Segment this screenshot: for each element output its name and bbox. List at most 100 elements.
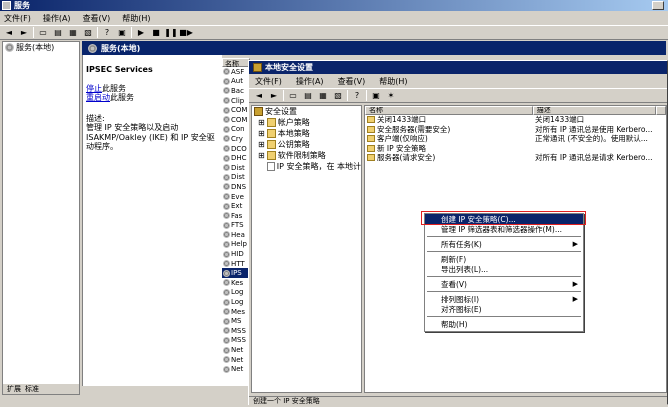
- menu-item-help[interactable]: 帮助(H): [425, 319, 583, 329]
- restart-service-link[interactable]: 重启动: [86, 93, 110, 102]
- service-list-item[interactable]: Eve: [222, 192, 250, 202]
- gear-icon: [223, 288, 230, 296]
- service-list-item[interactable]: Hea: [222, 230, 250, 240]
- gear-icon: [223, 212, 230, 220]
- lsp-menu-file[interactable]: 文件(F): [255, 76, 282, 87]
- service-list-item[interactable]: Log: [222, 297, 250, 307]
- expand-icon[interactable]: ⊞: [258, 151, 265, 160]
- add-policy-icon[interactable]: ▣: [370, 90, 382, 101]
- service-list-item[interactable]: HID: [222, 249, 250, 259]
- service-list-item[interactable]: FTS: [222, 221, 250, 231]
- expand-icon[interactable]: ⊞: [258, 118, 265, 127]
- menu-item-arrange-icons[interactable]: 排列图标(I) ▶: [425, 294, 583, 304]
- menu-item-manage-filters[interactable]: 管理 IP 筛选器表和筛选器操作(M)...: [425, 224, 583, 234]
- tree-item-ip-security-policy[interactable]: IP 安全策略，在 本地计: [252, 161, 361, 172]
- lsp-menu-action[interactable]: 操作(A): [296, 76, 324, 87]
- tree-item-software-restriction[interactable]: ⊞ 软件限制策略: [252, 150, 361, 161]
- forward-icon[interactable]: ►: [18, 27, 30, 38]
- service-list-item[interactable]: Log: [222, 288, 250, 298]
- service-list-item[interactable]: DCO: [222, 144, 250, 154]
- service-list-item[interactable]: Dist: [222, 173, 250, 183]
- policy-icon: [367, 154, 375, 162]
- menu-item-refresh[interactable]: 刷新(F): [425, 254, 583, 264]
- service-list-item[interactable]: Ext: [222, 201, 250, 211]
- menu-help[interactable]: 帮助(H): [122, 13, 150, 24]
- gear-icon: [223, 87, 230, 95]
- service-list-item[interactable]: Clip: [222, 96, 250, 106]
- service-list-item[interactable]: Net: [222, 364, 250, 374]
- services-header: 服务(本地): [82, 41, 666, 55]
- submenu-arrow-icon: ▶: [572, 240, 578, 248]
- service-list-item[interactable]: MS: [222, 316, 250, 326]
- service-list-item[interactable]: Net: [222, 345, 250, 355]
- tree-item-local-policy[interactable]: ⊞ 本地策略: [252, 128, 361, 139]
- up-icon[interactable]: ▭: [37, 27, 49, 38]
- expand-icon[interactable]: ⊞: [258, 129, 265, 138]
- lsp-menu-view[interactable]: 查看(V): [338, 76, 366, 87]
- view-tabs: 扩展 标准: [3, 384, 79, 394]
- stop-icon[interactable]: ■: [150, 27, 162, 38]
- export-icon[interactable]: ▧: [82, 27, 94, 38]
- lsp-title: 本地安全设置: [265, 63, 313, 72]
- up-folder-icon[interactable]: ▭: [287, 90, 299, 101]
- service-list-item[interactable]: HTT: [222, 259, 250, 269]
- service-list-item[interactable]: Net: [222, 355, 250, 365]
- service-list-item[interactable]: Dist: [222, 163, 250, 173]
- menu-item-all-tasks[interactable]: 所有任务(K) ▶: [425, 239, 583, 249]
- tab-extended[interactable]: 扩展: [7, 384, 21, 394]
- restart-icon[interactable]: ■▶: [179, 27, 193, 38]
- service-list-item[interactable]: COM: [222, 115, 250, 125]
- gear-icon: [223, 308, 230, 316]
- service-list-item[interactable]: Aut: [222, 77, 250, 87]
- menu-item-export-list[interactable]: 导出列表(L)...: [425, 264, 583, 274]
- menu-item-line-up-icons[interactable]: 对齐图标(E): [425, 304, 583, 314]
- service-detail-pane: IPSEC Services 停止此服务 重启动此服务 描述: 管理 IP 安全…: [82, 55, 222, 386]
- tab-standard[interactable]: 标准: [25, 384, 39, 394]
- menu-action[interactable]: 操作(A): [43, 13, 71, 24]
- back-icon[interactable]: ◄: [3, 27, 15, 38]
- gear-icon: [223, 279, 230, 287]
- gear-icon: [223, 193, 230, 201]
- service-list-item[interactable]: IPS: [222, 268, 250, 279]
- back-icon[interactable]: ◄: [253, 90, 265, 101]
- export-icon[interactable]: ▧: [332, 90, 344, 101]
- highlight-annotation: [421, 211, 586, 225]
- service-list-item[interactable]: ASF: [222, 67, 250, 77]
- refresh-icon[interactable]: ▦: [317, 90, 329, 101]
- tree-item-security-settings[interactable]: 安全设置: [252, 106, 361, 117]
- menu-file[interactable]: 文件(F): [4, 13, 31, 24]
- service-list-item[interactable]: Con: [222, 125, 250, 135]
- forward-icon[interactable]: ►: [268, 90, 280, 101]
- show-tree-icon[interactable]: ▤: [302, 90, 314, 101]
- lsp-menu-help[interactable]: 帮助(H): [379, 76, 407, 87]
- service-list-item[interactable]: DNS: [222, 182, 250, 192]
- service-list-item[interactable]: Fas: [222, 211, 250, 221]
- policy-row[interactable]: 服务器(请求安全) 对所有 IP 通讯总是请求 Kerbero...: [365, 153, 666, 163]
- minimize-button[interactable]: [652, 1, 664, 10]
- column-name-header[interactable]: 名称: [222, 58, 250, 68]
- service-list-item[interactable]: MSS: [222, 336, 250, 346]
- service-list-item[interactable]: COM: [222, 105, 250, 115]
- menu-item-view[interactable]: 查看(V) ▶: [425, 279, 583, 289]
- service-list-item[interactable]: MSS: [222, 326, 250, 336]
- properties-icon[interactable]: ▤: [52, 27, 64, 38]
- menu-view[interactable]: 查看(V): [83, 13, 111, 24]
- service-list-item[interactable]: Bac: [222, 86, 250, 96]
- tree-item-services-local[interactable]: 服务(本地): [3, 42, 79, 53]
- pause-icon[interactable]: ❚❚: [164, 27, 177, 38]
- expand-icon[interactable]: ⊞: [258, 140, 265, 149]
- tree-item-public-key-policy[interactable]: ⊞ 公钥策略: [252, 139, 361, 150]
- service-list-item[interactable]: Cry: [222, 134, 250, 144]
- refresh-icon[interactable]: ▦: [67, 27, 79, 38]
- console-icon[interactable]: ▣: [116, 27, 128, 38]
- service-list-item[interactable]: DHC: [222, 153, 250, 163]
- manage-filters-icon[interactable]: ✶: [385, 90, 397, 101]
- tree-item-account-policy[interactable]: ⊞ 帐户策略: [252, 117, 361, 128]
- service-list-item[interactable]: Mes: [222, 307, 250, 317]
- service-list-item[interactable]: Help: [222, 240, 250, 250]
- help-icon[interactable]: ?: [101, 27, 113, 38]
- restart-service-line: 重启动此服务: [86, 93, 134, 102]
- start-icon[interactable]: ▶: [135, 27, 147, 38]
- service-list-item[interactable]: Kes: [222, 278, 250, 288]
- help-icon[interactable]: ?: [351, 90, 363, 101]
